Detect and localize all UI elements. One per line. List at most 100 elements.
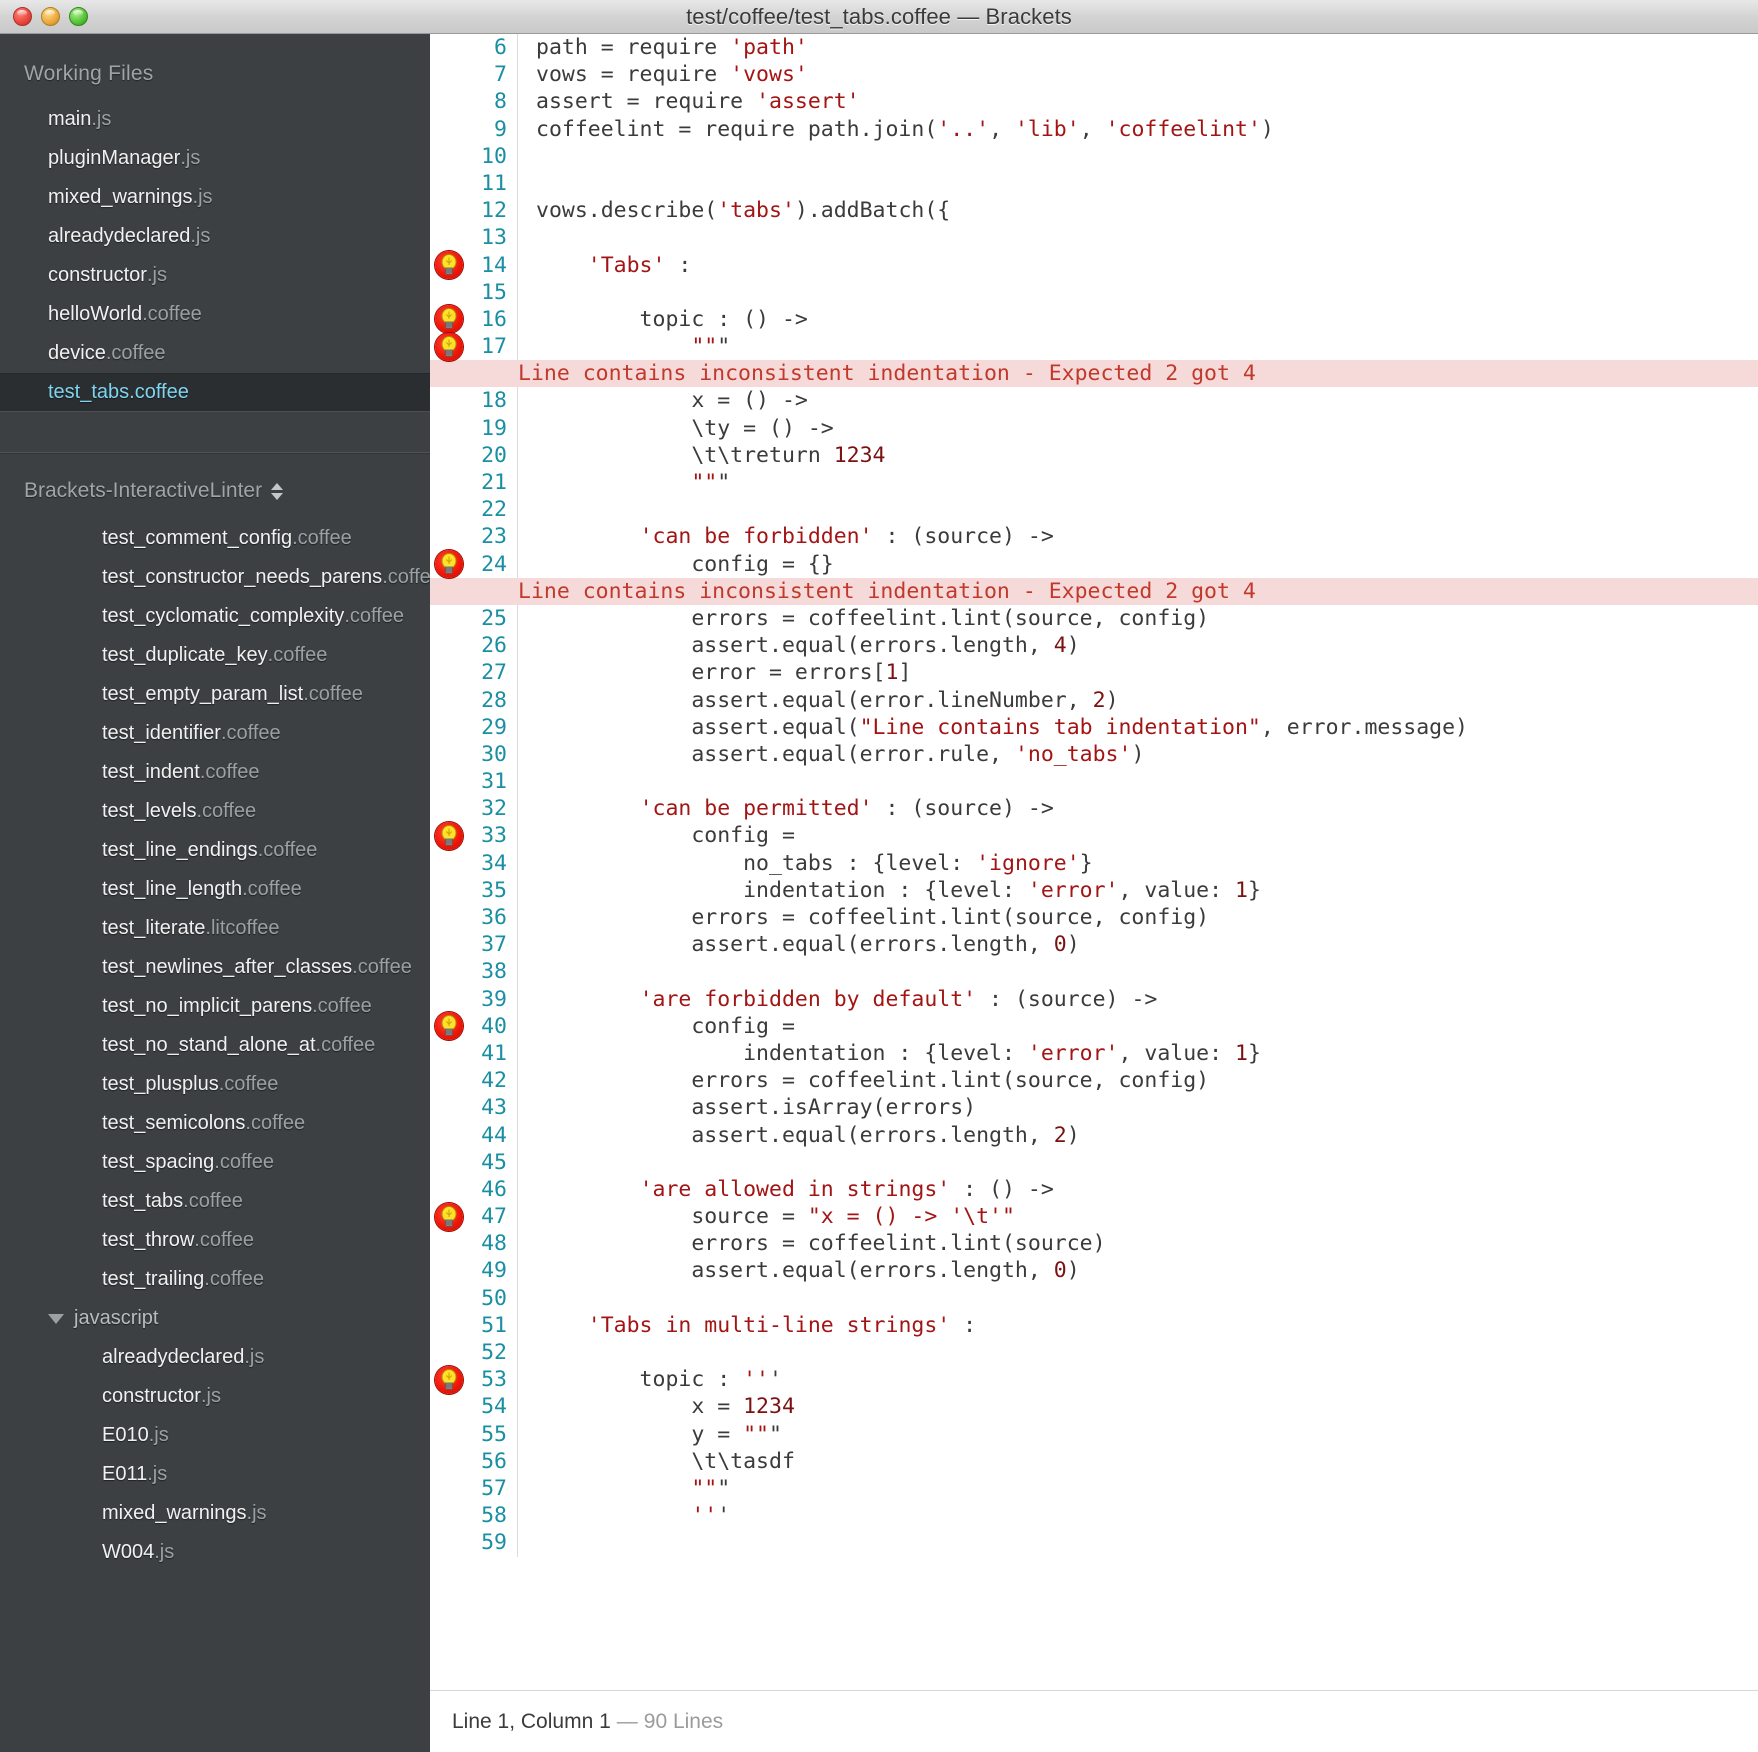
code-line[interactable]: 51 'Tabs in multi-line strings' :	[430, 1311, 1758, 1339]
tree-file-item[interactable]: constructor .js	[0, 1377, 430, 1416]
tree-file-item[interactable]: test_identifier .coffee	[0, 714, 430, 753]
code-line[interactable]: 44 assert.equal(errors.length, 2)	[430, 1121, 1758, 1149]
tree-file-item[interactable]: test_plusplus .coffee	[0, 1065, 430, 1104]
code-line[interactable]: 43 assert.isArray(errors)	[430, 1094, 1758, 1122]
tree-file-item[interactable]: test_throw .coffee	[0, 1221, 430, 1260]
code-line[interactable]: 32 'can be permitted' : (source) ->	[430, 795, 1758, 823]
code-line[interactable]: 30 assert.equal(error.rule, 'no_tabs')	[430, 740, 1758, 769]
code-line[interactable]: 9 coffeelint = require path.join('..', 'l…	[430, 115, 1758, 143]
lightbulb-icon[interactable]	[435, 1012, 463, 1041]
code-line[interactable]: 52	[430, 1339, 1758, 1367]
tree-file-item[interactable]: test_indent .coffee	[0, 753, 430, 792]
code-line[interactable]: 33 config =	[430, 822, 1758, 851]
code-line[interactable]: 28 assert.equal(error.lineNumber, 2)	[430, 686, 1758, 714]
tree-file-item[interactable]: test_line_length .coffee	[0, 870, 430, 909]
caret-down-icon[interactable]	[48, 1313, 64, 1324]
code-line[interactable]: 11	[430, 169, 1758, 198]
tree-file-item[interactable]: alreadydeclared .js	[0, 1338, 430, 1377]
code-line[interactable]: 23 'can be forbidden' : (source) ->	[430, 523, 1758, 551]
working-file-item[interactable]: main .js	[0, 100, 430, 139]
tree-file-item[interactable]: test_levels .coffee	[0, 792, 430, 831]
lightbulb-icon[interactable]	[435, 1365, 463, 1394]
chevron-up-down-icon[interactable]	[271, 482, 284, 500]
lightbulb-icon[interactable]	[435, 305, 463, 334]
tree-file-item[interactable]: test_semicolons .coffee	[0, 1104, 430, 1143]
code-line[interactable]: 24 config = {}	[430, 550, 1758, 579]
code-line[interactable]: 15	[430, 278, 1758, 306]
code-line[interactable]: 35 indentation : {level: 'error', value:…	[430, 876, 1758, 904]
code-line[interactable]: 17 """	[430, 332, 1758, 361]
lightbulb-icon[interactable]	[435, 822, 463, 851]
lightbulb-icon[interactable]	[435, 251, 463, 280]
code-line[interactable]: 37 assert.equal(errors.length, 0)	[430, 931, 1758, 959]
working-file-item[interactable]: constructor .js	[0, 256, 430, 295]
code-line[interactable]: 50	[430, 1284, 1758, 1312]
code-line[interactable]: 34 no_tabs : {level: 'ignore'}	[430, 849, 1758, 877]
code-line[interactable]: 10	[430, 142, 1758, 170]
code-line[interactable]: 40 config =	[430, 1012, 1758, 1041]
working-file-item[interactable]: pluginManager .js	[0, 139, 430, 178]
tree-file-item[interactable]: test_no_implicit_parens .coffee	[0, 987, 430, 1026]
tree-file-item[interactable]: test_trailing .coffee	[0, 1260, 430, 1299]
cursor-position[interactable]: Line 1, Column 1	[452, 1710, 611, 1734]
tree-file-item[interactable]: test_line_endings .coffee	[0, 831, 430, 870]
code-line[interactable]: 48 errors = coffeelint.lint(source)	[430, 1230, 1758, 1258]
code-line[interactable]: 19 \ty = () ->	[430, 414, 1758, 442]
lightbulb-icon[interactable]	[435, 550, 463, 579]
tree-file-item[interactable]: test_spacing .coffee	[0, 1143, 430, 1182]
tree-file-item[interactable]: W004 .js	[0, 1533, 430, 1572]
code-line[interactable]: 27 error = errors[1]	[430, 659, 1758, 687]
code-line[interactable]: 49 assert.equal(errors.length, 0)	[430, 1257, 1758, 1285]
code-line[interactable]: 55 y = """	[430, 1420, 1758, 1448]
tree-file-item[interactable]: test_duplicate_key .coffee	[0, 636, 430, 675]
code-line[interactable]: 21 """	[430, 469, 1758, 497]
tree-file-item[interactable]: test_tabs .coffee	[0, 1182, 430, 1221]
code-line[interactable]: 39 'are forbidden by default' : (source)…	[430, 985, 1758, 1013]
code-line[interactable]: 59	[430, 1529, 1758, 1557]
tree-file-item[interactable]: E010 .js	[0, 1416, 430, 1455]
tree-file-item[interactable]: test_comment_config .coffee	[0, 519, 430, 558]
working-file-item[interactable]: mixed_warnings .js	[0, 178, 430, 217]
code-line[interactable]: 36 errors = coffeelint.lint(source, conf…	[430, 904, 1758, 932]
code-line[interactable]: 41 indentation : {level: 'error', value:…	[430, 1039, 1758, 1068]
lightbulb-icon[interactable]	[435, 332, 463, 361]
code-editor[interactable]: 6 path = require 'path' 7 vows = require 'v…	[430, 34, 1758, 1690]
code-line[interactable]: 42 errors = coffeelint.lint(source, conf…	[430, 1067, 1758, 1095]
code-line[interactable]: 12 vows.describe('tabs').addBatch({	[430, 197, 1758, 225]
code-line[interactable]: 13	[430, 224, 1758, 252]
project-header[interactable]: Brackets-InteractiveLinter	[0, 453, 430, 519]
maximize-window-button[interactable]	[69, 7, 88, 26]
working-file-item[interactable]: device .coffee	[0, 334, 430, 373]
close-window-button[interactable]	[13, 7, 32, 26]
working-files-list[interactable]: main .js pluginManager .js mixed_warnings .js…	[0, 100, 430, 414]
code-line[interactable]: 16 topic : () ->	[430, 305, 1758, 334]
code-line[interactable]: 57 """	[430, 1474, 1758, 1503]
code-line[interactable]: 22	[430, 496, 1758, 524]
code-line[interactable]: 29 assert.equal("Line contains tab inden…	[430, 713, 1758, 741]
minimize-window-button[interactable]	[41, 7, 60, 26]
tree-file-item[interactable]: E011 .js	[0, 1455, 430, 1494]
code-line[interactable]: 38	[430, 958, 1758, 986]
tree-file-item[interactable]: test_literate .litcoffee	[0, 909, 430, 948]
code-line[interactable]: 20 \t\treturn 1234	[430, 441, 1758, 469]
tree-file-item[interactable]: test_no_stand_alone_at .coffee	[0, 1026, 430, 1065]
code-line[interactable]: 54 x = 1234	[430, 1393, 1758, 1421]
tree-file-item[interactable]: test_empty_param_list .coffee	[0, 675, 430, 714]
code-line[interactable]: 47 source = "x = () -> '\t'"	[430, 1202, 1758, 1231]
tree-file-item[interactable]: test_newlines_after_classes .coffee	[0, 948, 430, 987]
code-line[interactable]: 8 assert = require 'assert'	[430, 88, 1758, 116]
code-line[interactable]: 45	[430, 1148, 1758, 1176]
code-line[interactable]: 46 'are allowed in strings' : () ->	[430, 1175, 1758, 1204]
code-line[interactable]: 56 \t\tasdf	[430, 1447, 1758, 1475]
code-line[interactable]: 53 topic : '''	[430, 1365, 1758, 1394]
tree-file-item[interactable]: test_cyclomatic_complexity .coffee	[0, 597, 430, 636]
code-line[interactable]: 31	[430, 768, 1758, 796]
working-file-item[interactable]: alreadydeclared .js	[0, 217, 430, 256]
code-line[interactable]: 7 vows = require 'vows'	[430, 61, 1758, 89]
code-line[interactable]: 26 assert.equal(errors.length, 4)	[430, 632, 1758, 660]
lightbulb-icon[interactable]	[435, 1202, 463, 1231]
code-line[interactable]: 58 '''	[430, 1502, 1758, 1530]
code-line[interactable]: 25 errors = coffeelint.lint(source, conf…	[430, 604, 1758, 633]
code-line[interactable]: 18 x = () ->	[430, 387, 1758, 415]
working-file-item[interactable]: test_tabs .coffee	[0, 373, 430, 412]
